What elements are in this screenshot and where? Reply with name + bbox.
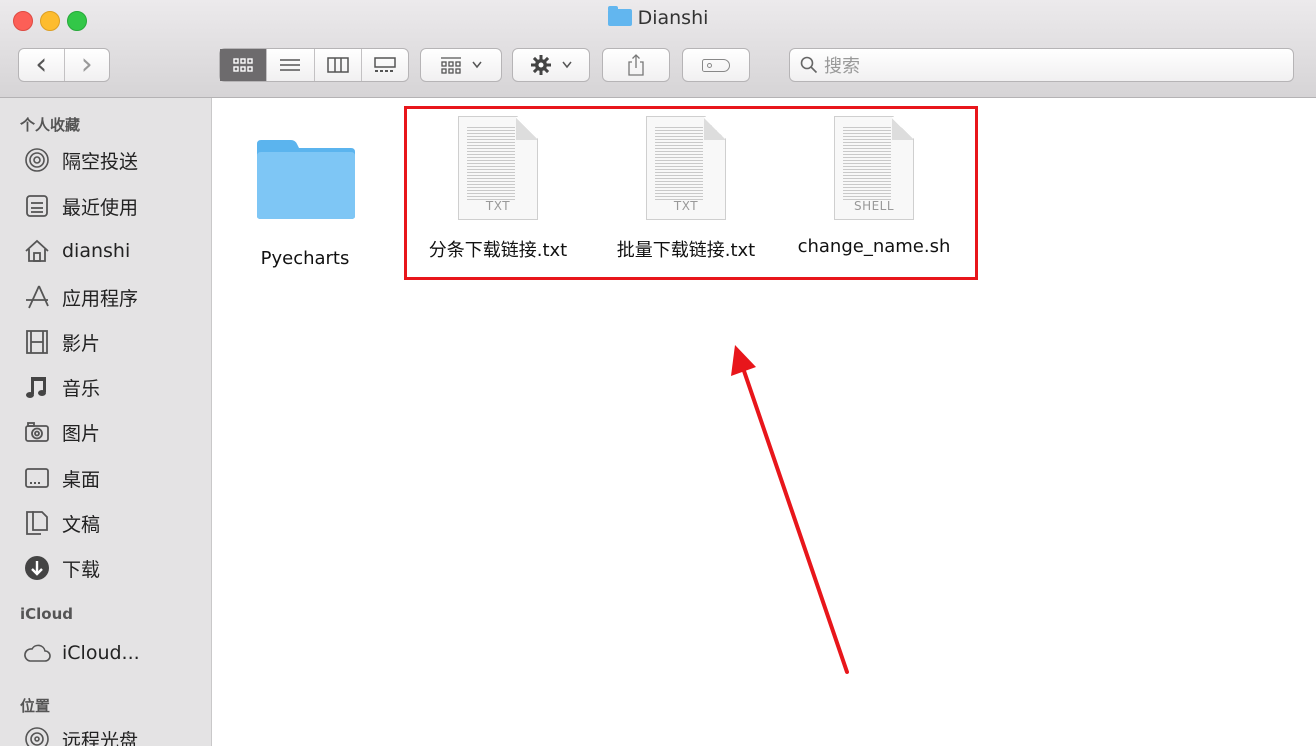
annotation-arrow <box>731 345 849 674</box>
finder-window: Dianshi ‹ › 搜索 个人收藏 隔空投送 最近使用 dianshi 应用… <box>0 0 1316 746</box>
